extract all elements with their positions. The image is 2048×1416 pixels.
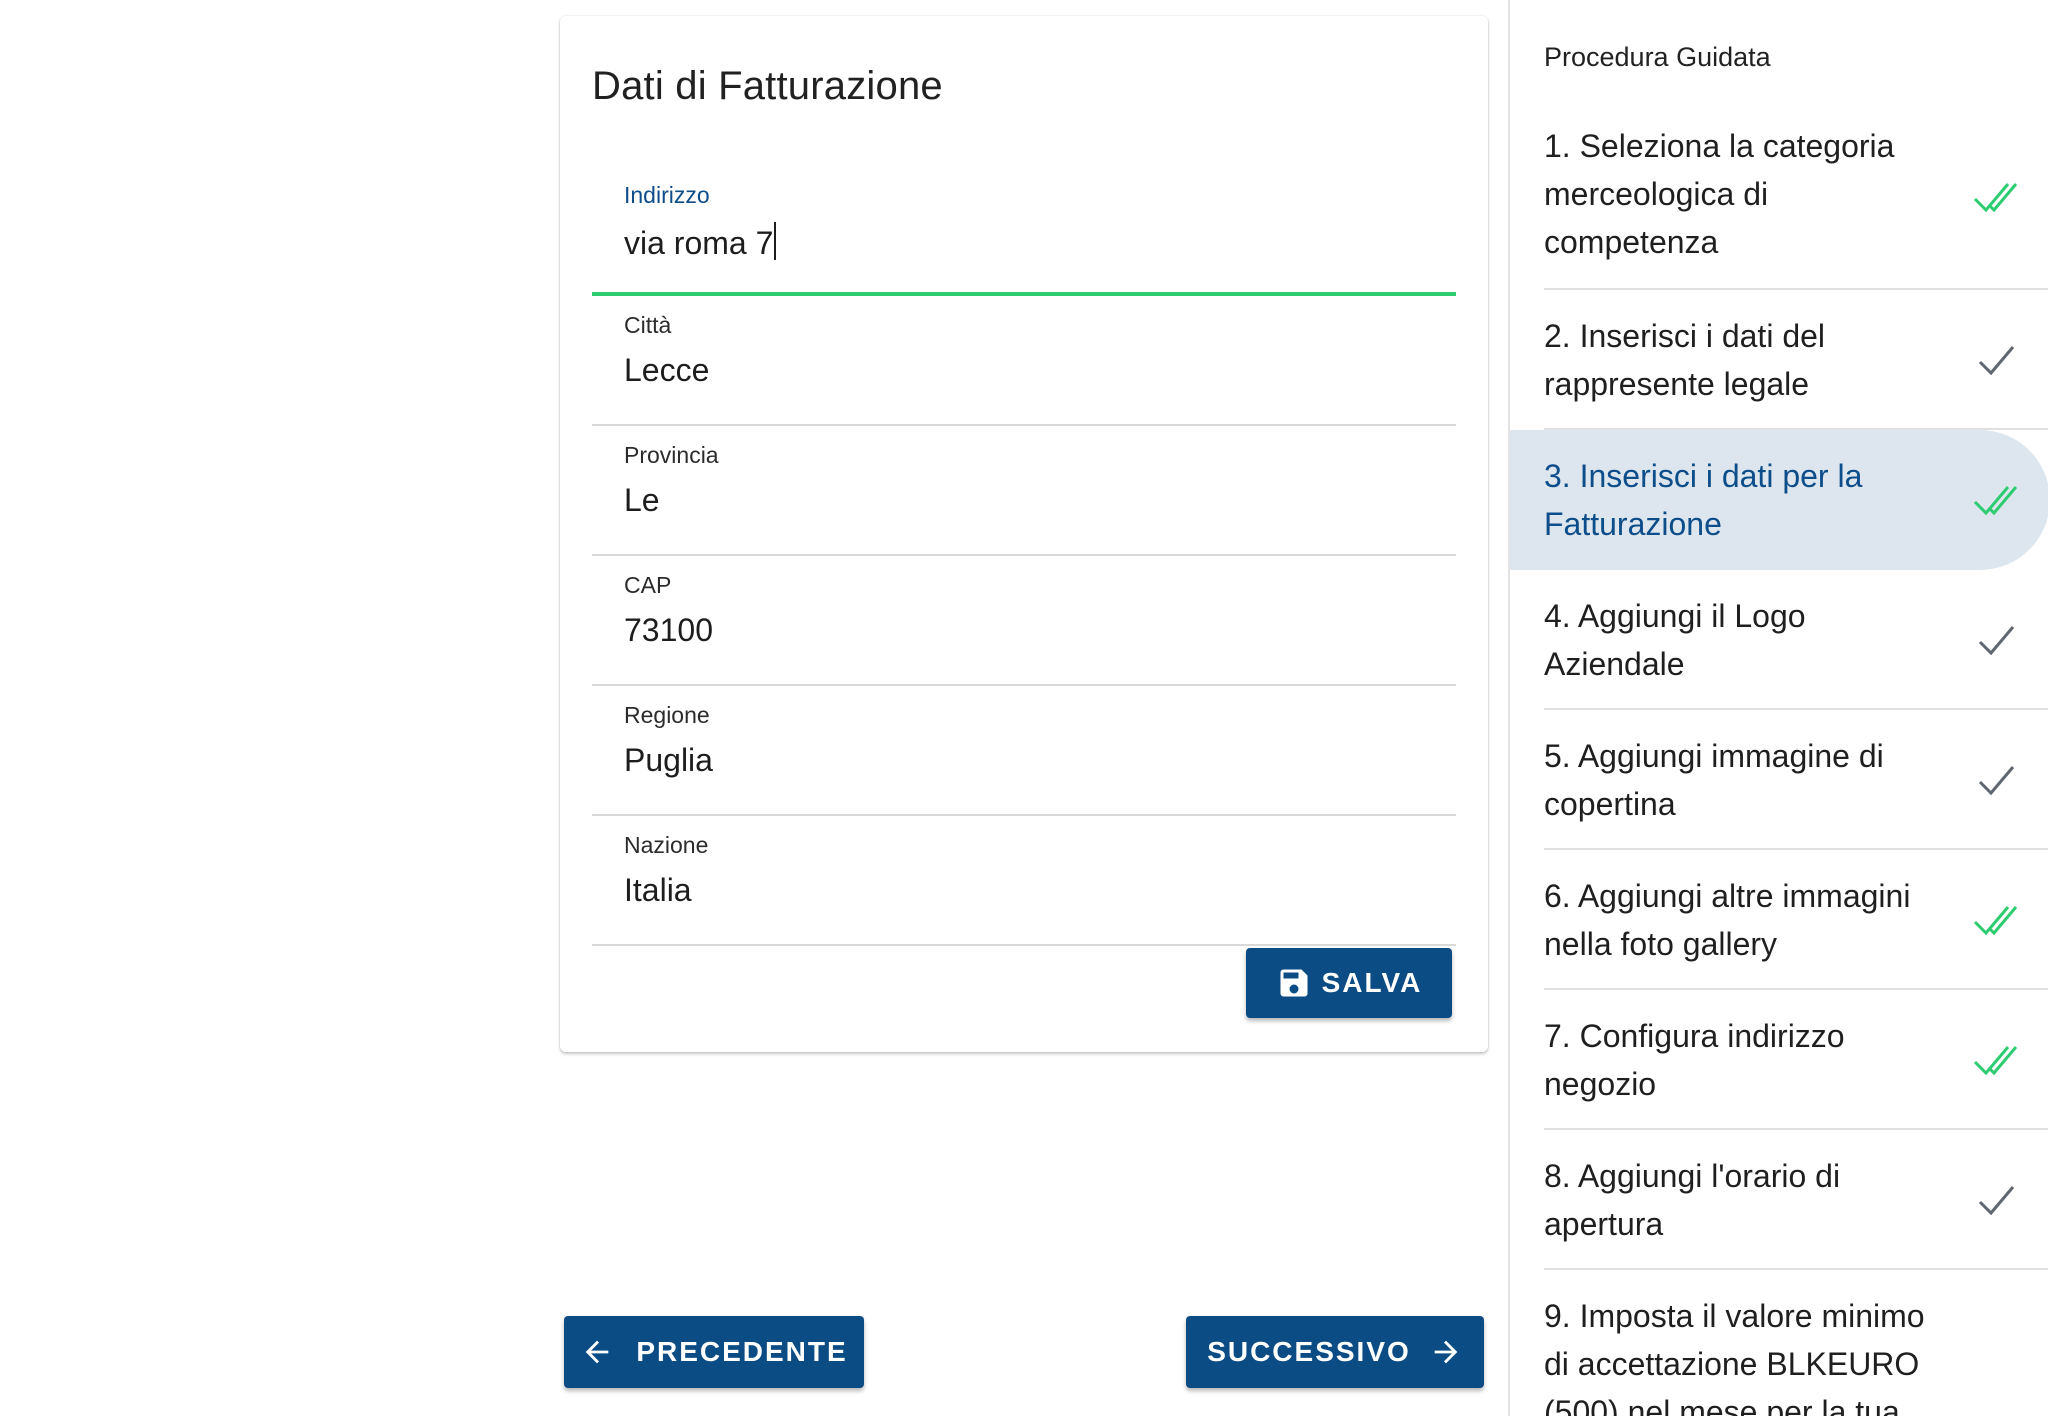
previous-button[interactable]: PRECEDENTE <box>564 1316 864 1388</box>
step-item-8[interactable]: 8. Aggiungi l'orario di apertura <box>1510 1130 2048 1270</box>
text-caret <box>774 222 777 260</box>
country-input[interactable]: Italia <box>624 872 692 909</box>
address-field[interactable]: Indirizzo via roma 7 <box>592 166 1456 296</box>
step-item-5[interactable]: 5. Aggiungi immagine di copertina <box>1510 710 2048 850</box>
arrow-right-icon <box>1429 1335 1463 1369</box>
step-item-1[interactable]: 1. Seleziona la categoria merceologica d… <box>1510 104 2048 290</box>
step-label: 9. Imposta il valore minimo di accettazi… <box>1544 1298 1925 1416</box>
previous-button-label: PRECEDENTE <box>636 1336 848 1367</box>
save-button[interactable]: SALVA <box>1246 948 1452 1018</box>
step-label: 2. Inserisci i dati del rappresente lega… <box>1544 318 1826 402</box>
province-label: Provincia <box>624 442 719 468</box>
step-label: 4. Aggiungi il Logo Aziendale <box>1544 598 1806 682</box>
region-field[interactable]: Regione Puglia <box>592 686 1456 816</box>
double-check-icon <box>1973 486 2018 516</box>
card-title: Dati di Fatturazione <box>592 64 943 108</box>
step-item-7[interactable]: 7. Configura indirizzo negozio <box>1510 990 2048 1130</box>
save-button-label: SALVA <box>1321 967 1423 998</box>
step-item-4[interactable]: 4. Aggiungi il Logo Aziendale <box>1510 570 2048 710</box>
check-icon <box>1978 1186 2015 1216</box>
arrow-left-icon <box>580 1335 614 1369</box>
billing-card: Dati di Fatturazione Indirizzo via roma … <box>560 16 1488 1052</box>
step-label: 3. Inserisci i dati per la Fatturazione <box>1544 458 1863 542</box>
country-label: Nazione <box>624 832 709 858</box>
sidebar-title: Procedura Guidata <box>1544 42 1771 72</box>
floppy-disk-icon <box>1276 965 1312 1001</box>
step-label: 8. Aggiungi l'orario di apertura <box>1544 1158 1841 1242</box>
region-input[interactable]: Puglia <box>624 742 713 779</box>
double-check-icon <box>1973 906 2018 936</box>
step-label: 6. Aggiungi altre immagini nella foto ga… <box>1544 878 1911 962</box>
region-label: Regione <box>624 702 710 728</box>
step-item-9[interactable]: 9. Imposta il valore minimo di accettazi… <box>1510 1270 2048 1416</box>
province-input[interactable]: Le <box>624 482 660 519</box>
address-input[interactable]: via roma 7 <box>624 222 777 262</box>
city-input[interactable]: Lecce <box>624 352 709 389</box>
country-field[interactable]: Nazione Italia <box>592 816 1456 946</box>
step-item-3[interactable]: 3. Inserisci i dati per la Fatturazione <box>1510 430 2048 570</box>
cap-input[interactable]: 73100 <box>624 612 713 649</box>
double-check-icon <box>1973 1046 2018 1076</box>
step-label: 1. Seleziona la categoria merceologica d… <box>1544 128 1895 260</box>
step-item-2[interactable]: 2. Inserisci i dati del rappresente lega… <box>1510 290 2048 430</box>
cap-field[interactable]: CAP 73100 <box>592 556 1456 686</box>
step-label: 5. Aggiungi immagine di copertina <box>1544 738 1884 822</box>
cap-label: CAP <box>624 572 672 598</box>
province-field[interactable]: Provincia Le <box>592 426 1456 556</box>
city-field[interactable]: Città Lecce <box>592 296 1456 426</box>
step-item-6[interactable]: 6. Aggiungi altre immagini nella foto ga… <box>1510 850 2048 990</box>
double-check-icon <box>1973 183 2018 213</box>
step-label: 7. Configura indirizzo negozio <box>1544 1018 1845 1102</box>
check-icon <box>1978 626 2015 656</box>
check-icon <box>1978 766 2015 796</box>
address-value: via roma 7 <box>624 225 774 261</box>
city-label: Città <box>624 312 672 338</box>
next-button[interactable]: SUCCESSIVO <box>1186 1316 1484 1388</box>
wizard-sidebar: Procedura Guidata 1. Seleziona la catego… <box>1508 0 2048 1416</box>
address-label: Indirizzo <box>624 182 710 208</box>
check-icon <box>1978 346 2015 376</box>
next-button-label: SUCCESSIVO <box>1207 1336 1411 1367</box>
